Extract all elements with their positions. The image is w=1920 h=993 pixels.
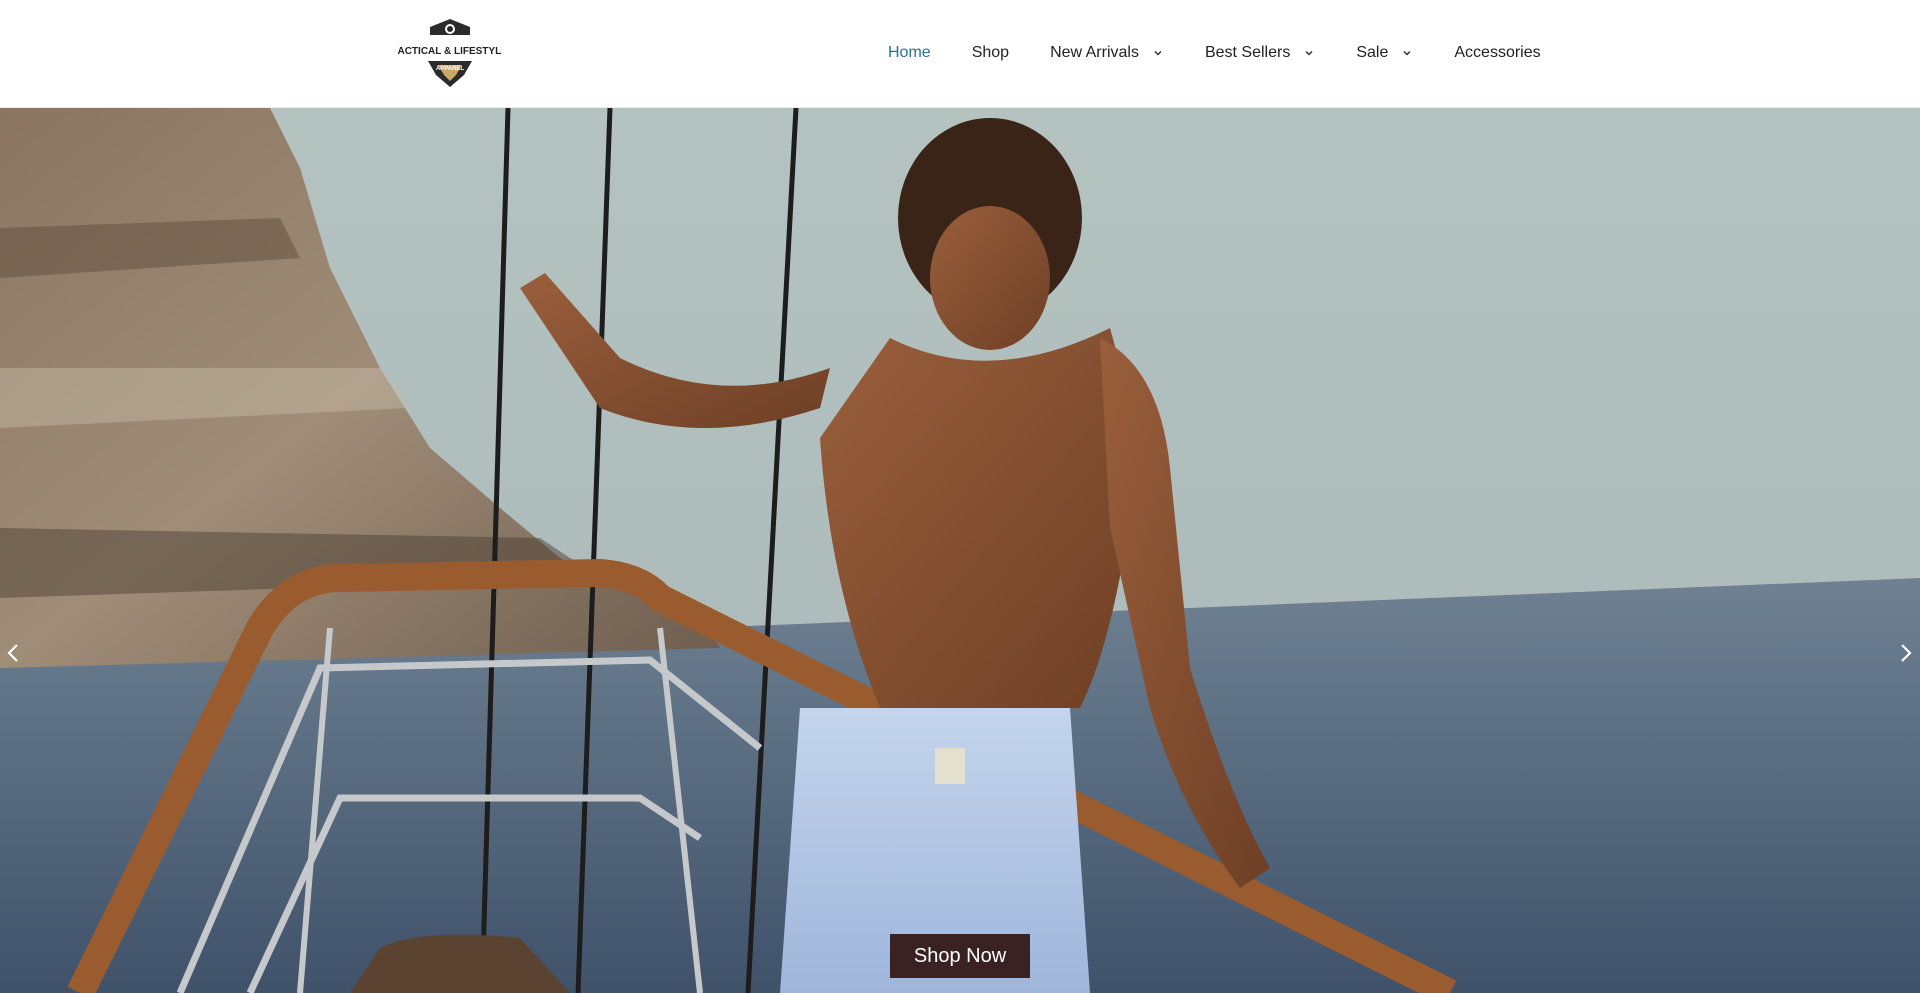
nav-item-accessories[interactable]: Accessories (1454, 44, 1540, 62)
hero-image (0, 108, 1920, 993)
nav-item-label: New Arrivals (1050, 44, 1139, 61)
nav-item-label: Home (888, 44, 931, 61)
nav-item-label: Accessories (1454, 44, 1541, 61)
chevron-down-icon (1303, 47, 1315, 59)
logo-text-line2: APPAREL (436, 66, 465, 72)
logo-text-line1: TACTICAL & LIFESTYLE (398, 46, 502, 57)
nav-item-home[interactable]: Home (888, 44, 931, 62)
nav-item-label: Sale (1356, 44, 1389, 61)
chevron-left-icon (7, 644, 18, 662)
chevron-down-icon (1401, 47, 1413, 59)
nav-item-best-sellers[interactable]: Best Sellers (1205, 44, 1315, 62)
hero-slider (0, 108, 1920, 993)
main-nav: Home Shop New Arrivals Best Sellers Sale… (888, 0, 1541, 106)
logo-emblem-icon: TACTICAL & LIFESTYLE APPAREL (398, 19, 502, 87)
site-logo[interactable]: TACTICAL & LIFESTYLE APPAREL (398, 17, 502, 89)
slider-next-button[interactable] (1896, 638, 1916, 668)
nav-item-label: Shop (971, 44, 1010, 61)
slider-prev-button[interactable] (3, 638, 23, 668)
nav-item-label: Best Sellers (1204, 44, 1291, 61)
site-header: TACTICAL & LIFESTYLE APPAREL Home Shop N… (0, 0, 1920, 108)
nav-item-shop[interactable]: Shop (972, 44, 1009, 62)
nav-item-sale[interactable]: Sale (1356, 44, 1413, 62)
shop-now-button[interactable]: Shop Now (890, 934, 1030, 978)
chevron-right-icon (1901, 644, 1912, 662)
nav-item-new-arrivals[interactable]: New Arrivals (1050, 44, 1164, 62)
chevron-down-icon (1152, 47, 1164, 59)
